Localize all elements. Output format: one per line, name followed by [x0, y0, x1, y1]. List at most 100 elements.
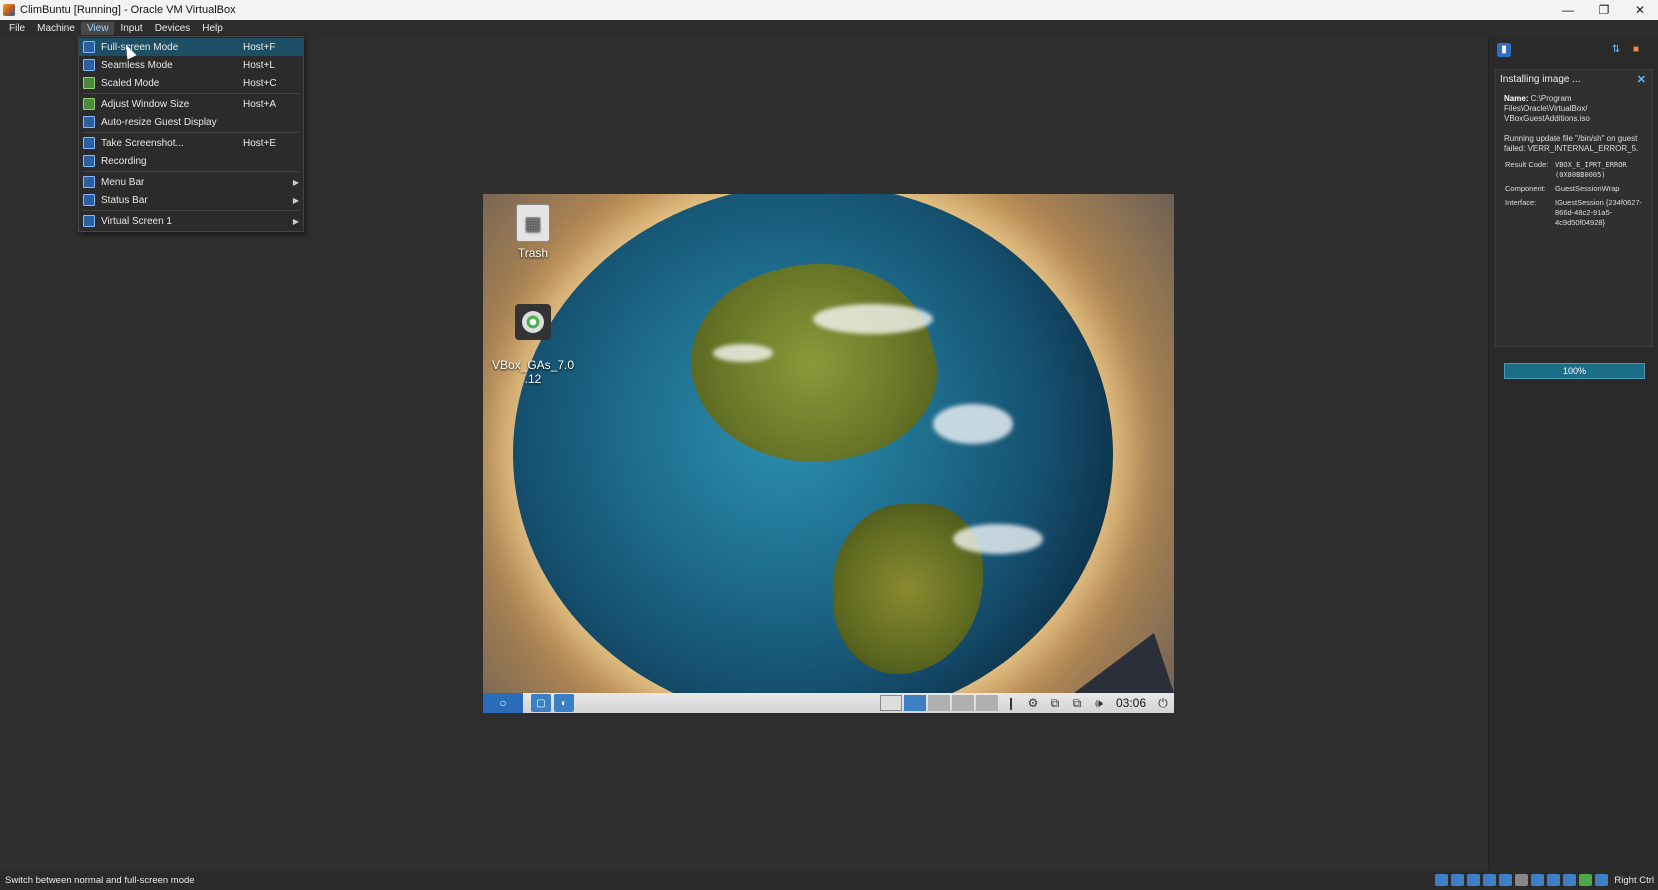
notification-message: Running update file "/bin/sh" on guest f…	[1504, 134, 1639, 153]
menu-item-take-screenshot[interactable]: Take Screenshot... Host+E	[79, 134, 303, 152]
menu-item-label: Recording	[101, 155, 147, 167]
fullscreen-icon	[83, 41, 95, 53]
progress-bar: 100%	[1504, 363, 1645, 379]
network-icon[interactable]	[1483, 874, 1497, 886]
menu-item-seamless-mode[interactable]: Seamless Mode Host+L	[79, 56, 303, 74]
desktop-icon-trash[interactable]: ▦ Trash	[483, 204, 583, 260]
submenu-arrow-icon: ▶	[292, 195, 300, 205]
workspace-1[interactable]	[879, 695, 902, 711]
notification-center-header: ▮ ⇅ ■	[1489, 37, 1658, 63]
seamless-icon	[83, 59, 95, 71]
result-code-value: VBOX_E_IPRT_ERROR (0X80BB0005)	[1555, 161, 1627, 179]
trash-icon: ▦	[516, 204, 550, 242]
menu-item-shortcut: Host+C	[243, 77, 277, 89]
close-icon[interactable]: ✕	[1637, 73, 1646, 86]
sort-icon[interactable]: ⇅	[1609, 43, 1623, 57]
menu-item-label: Virtual Screen 1	[101, 215, 172, 227]
status-bar: Switch between normal and full-screen mo…	[0, 870, 1658, 890]
menu-item-recording[interactable]: Recording	[79, 152, 303, 170]
menu-item-shortcut: Host+F	[243, 41, 276, 53]
menu-file[interactable]: File	[3, 22, 31, 35]
scaled-icon	[83, 77, 95, 89]
menu-devices[interactable]: Devices	[149, 22, 197, 35]
workspace-5[interactable]	[975, 695, 998, 711]
menu-item-status-bar[interactable]: Status Bar ▶	[79, 191, 303, 209]
file-manager-icon[interactable]: ▢	[531, 694, 551, 712]
menu-help[interactable]: Help	[196, 22, 229, 35]
mouse-integration-icon[interactable]	[1595, 874, 1609, 886]
host-key-label[interactable]: Right Ctrl	[1608, 875, 1658, 886]
earth-wallpaper	[513, 194, 1113, 713]
video-capture-icon[interactable]	[1547, 874, 1561, 886]
menu-item-shortcut: Host+A	[243, 98, 277, 110]
menu-machine[interactable]: Machine	[31, 22, 81, 35]
menu-item-auto-resize-guest-display[interactable]: Auto-resize Guest Display	[79, 113, 303, 131]
restore-icon[interactable]: ❐	[1586, 0, 1622, 20]
title-bar: ClimBuntu [Running] - Oracle VM VirtualB…	[0, 0, 1658, 20]
network-icon[interactable]: ⧉	[1044, 696, 1066, 711]
hard-disk-icon[interactable]	[1435, 874, 1449, 886]
guest-clock[interactable]: 03:06	[1110, 696, 1152, 710]
component-label: Component:	[1505, 184, 1546, 193]
browser-icon[interactable]: ◐	[554, 694, 574, 712]
menu-view[interactable]: View	[80, 22, 115, 35]
auto-resize-icon	[83, 116, 95, 128]
guest-display[interactable]: ▦ Trash VBox_GAs_7.0 .12 ○ ▢ ◐ ❙ ⚙ ⧉ ⧉ 🕪…	[483, 194, 1174, 713]
error-details-table: Result Code: VBOX_E_IPRT_ERROR (0X80BB00…	[1504, 158, 1646, 230]
virtualbox-app-icon	[3, 4, 15, 16]
menu-item-virtual-screen-1[interactable]: Virtual Screen 1 ▶	[79, 212, 303, 230]
optical-drive-icon[interactable]	[1451, 874, 1465, 886]
menu-item-label: Menu Bar	[101, 176, 145, 188]
menu-item-label: Take Screenshot...	[101, 137, 184, 149]
view-menu-dropdown: Full-screen Mode Host+F Seamless Mode Ho…	[78, 36, 304, 232]
notification-body: Name: C:\Program Files\Oracle\VirtualBox…	[1504, 94, 1646, 230]
table-row: Result Code: VBOX_E_IPRT_ERROR (0X80BB00…	[1504, 158, 1646, 182]
interface-value: IGuestSession {234f0627-866d-48c2-91a5-4…	[1555, 198, 1643, 227]
keep-finished-icon[interactable]: ■	[1629, 43, 1643, 57]
virtual-screen-icon	[83, 215, 95, 227]
guest-additions-icon[interactable]	[1579, 874, 1593, 886]
statusbar-icon	[83, 194, 95, 206]
menu-separator	[83, 171, 299, 172]
component-value: GuestSessionWrap	[1555, 184, 1620, 193]
workspace-3[interactable]	[927, 695, 950, 711]
table-row: Component: GuestSessionWrap	[1504, 182, 1646, 196]
menu-item-label: Scaled Mode	[101, 77, 160, 89]
display-icon[interactable]	[1531, 874, 1545, 886]
volume-icon[interactable]: 🕪	[1088, 696, 1110, 711]
workspace-2[interactable]	[903, 695, 926, 711]
shared-folders-icon[interactable]	[1515, 874, 1529, 886]
menu-item-fullscreen-mode[interactable]: Full-screen Mode Host+F	[79, 38, 303, 56]
progress-label: 100%	[1562, 366, 1587, 376]
bluetooth-icon[interactable]: ❙	[1000, 696, 1022, 710]
guest-taskbar: ○ ▢ ◐ ❙ ⚙ ⧉ ⧉ 🕪 03:06 ⏻	[483, 693, 1174, 713]
desktop-icon-label: Trash	[517, 246, 549, 260]
cpu-icon[interactable]	[1563, 874, 1577, 886]
desktop-icon-vbox-gas[interactable]: VBox_GAs_7.0 .12	[483, 290, 583, 400]
window-title: ClimBuntu [Running] - Oracle VM VirtualB…	[20, 4, 236, 16]
name-label: Name:	[1504, 94, 1529, 103]
guest-start-menu-icon[interactable]: ○	[483, 693, 523, 713]
usb-icon[interactable]	[1499, 874, 1513, 886]
close-icon[interactable]: ✕	[1622, 0, 1658, 20]
adjust-window-icon	[83, 98, 95, 110]
workspace-4[interactable]	[951, 695, 974, 711]
updates-icon[interactable]: ⚙	[1022, 696, 1044, 710]
menu-input[interactable]: Input	[114, 22, 148, 35]
notification-card: Installing image ... ✕ Name: C:\Program …	[1495, 69, 1653, 379]
audio-icon[interactable]	[1467, 874, 1481, 886]
notification-center-icon[interactable]: ▮	[1497, 43, 1511, 57]
menu-item-menu-bar[interactable]: Menu Bar ▶	[79, 173, 303, 191]
menu-separator	[83, 132, 299, 133]
menu-item-adjust-window-size[interactable]: Adjust Window Size Host+A	[79, 95, 303, 113]
menu-item-scaled-mode[interactable]: Scaled Mode Host+C	[79, 74, 303, 92]
menu-bar: File Machine View Input Devices Help	[0, 20, 1658, 37]
menu-item-shortcut: Host+E	[243, 137, 277, 149]
submenu-arrow-icon: ▶	[292, 177, 300, 187]
display-icon[interactable]: ⧉	[1066, 696, 1088, 711]
status-text: Switch between normal and full-screen mo…	[5, 874, 195, 886]
menu-item-label: Auto-resize Guest Display	[101, 116, 217, 128]
minimize-icon[interactable]: —	[1550, 0, 1586, 20]
power-icon[interactable]: ⏻	[1152, 696, 1174, 711]
interface-label: Interface:	[1505, 198, 1537, 207]
